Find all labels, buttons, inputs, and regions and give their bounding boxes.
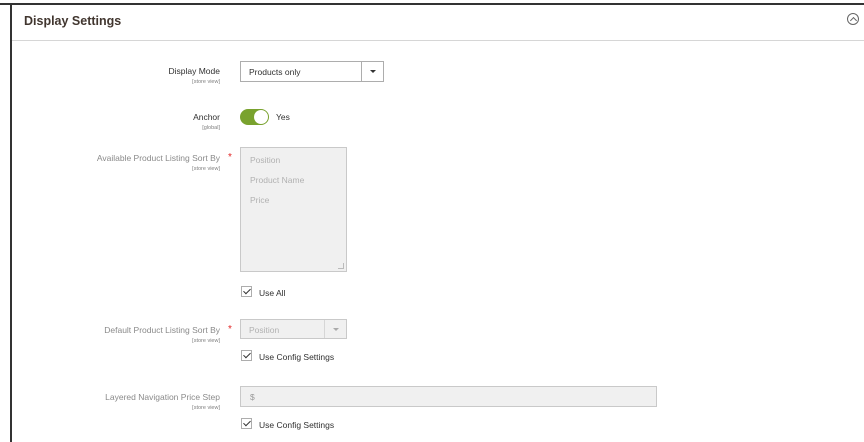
- toggle-knob: [254, 110, 268, 124]
- available-sort-label: Available Product Listing Sort By [store…: [30, 153, 220, 174]
- collapse-icon[interactable]: [847, 13, 859, 25]
- left-border: [10, 5, 12, 442]
- chevron-down-icon[interactable]: [361, 62, 383, 81]
- display-mode-select[interactable]: Products only: [240, 61, 384, 82]
- default-sort-scope: [store view]: [192, 338, 220, 344]
- price-step-use-config-checkbox[interactable]: [241, 418, 252, 429]
- chevron-down-icon[interactable]: [324, 320, 346, 338]
- anchor-label-text: Anchor: [193, 112, 220, 122]
- default-sort-use-config-label[interactable]: Use Config Settings: [259, 352, 334, 362]
- price-step-label: Layered Navigation Price Step [store vie…: [30, 392, 220, 413]
- anchor-toggle-label: Yes: [276, 112, 290, 122]
- listbox-option[interactable]: Product Name: [241, 170, 346, 190]
- price-step-label-text: Layered Navigation Price Step: [105, 392, 220, 402]
- available-sort-label-text: Available Product Listing Sort By: [96, 153, 220, 163]
- currency-prefix: $: [250, 392, 255, 402]
- anchor-scope: [global]: [202, 125, 220, 131]
- use-all-checkbox[interactable]: [241, 286, 252, 297]
- listbox-option[interactable]: Price: [241, 190, 346, 210]
- default-sort-label-text: Default Product Listing Sort By: [104, 325, 220, 335]
- default-sort-value: Position: [249, 325, 280, 335]
- display-mode-label: Display Mode [store view]: [30, 66, 221, 87]
- default-sort-select[interactable]: Position: [240, 319, 347, 339]
- display-mode-label-text: Display Mode: [168, 66, 221, 76]
- price-step-scope: [store view]: [192, 405, 220, 411]
- default-sort-use-config-checkbox[interactable]: [241, 350, 252, 361]
- display-mode-value: Products only: [249, 67, 301, 77]
- use-all-label[interactable]: Use All: [259, 288, 285, 298]
- section-title[interactable]: Display Settings: [24, 14, 121, 28]
- display-mode-scope: [store view]: [192, 79, 220, 85]
- available-sort-scope: [store view]: [192, 166, 220, 172]
- price-step-input[interactable]: $: [240, 386, 657, 407]
- section-divider: [12, 40, 864, 41]
- price-step-use-config-label[interactable]: Use Config Settings: [259, 420, 334, 430]
- resize-handle-icon[interactable]: [338, 263, 344, 269]
- default-sort-label: Default Product Listing Sort By [store v…: [30, 325, 220, 346]
- required-marker: *: [228, 324, 232, 335]
- available-sort-listbox[interactable]: Position Product Name Price: [240, 147, 347, 272]
- top-border: [0, 0, 864, 5]
- listbox-option[interactable]: Position: [241, 150, 346, 170]
- anchor-toggle[interactable]: [240, 109, 269, 125]
- anchor-label: Anchor [global]: [30, 112, 220, 133]
- required-marker: *: [228, 152, 232, 163]
